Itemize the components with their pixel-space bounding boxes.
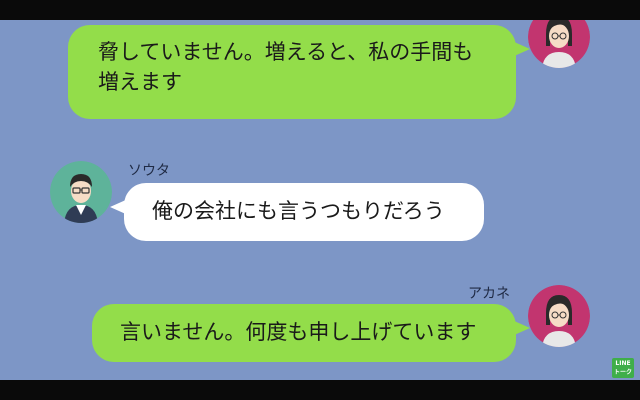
avatar-akane (528, 285, 590, 347)
avatar-souta (50, 161, 112, 223)
message-text: 俺の会社にも言うつもりだろう (152, 199, 445, 223)
sender-name-akane: アカネ (468, 286, 510, 302)
bottom-letterbox-bar (0, 380, 640, 400)
message-text-line: 脅していません。増えると、私の手間も (98, 40, 474, 64)
badge-line1: LINE (615, 360, 631, 367)
message-text: 言いません。何度も申し上げています (120, 320, 477, 344)
female-avatar-icon (528, 285, 590, 347)
female-avatar-icon (528, 20, 590, 68)
message-text-line: 増えます (98, 70, 182, 94)
message-bubble-3: 言いません。何度も申し上げています (92, 304, 530, 362)
top-letterbox-bar (0, 0, 640, 20)
chat-area: 脅していません。増えると、私の手間も 増えます ソウタ 俺の会社にも言うつもりだ… (0, 20, 640, 380)
male-avatar-icon (50, 161, 112, 223)
message-bubble-2: 俺の会社にも言うつもりだろう (110, 183, 484, 241)
avatar-akane (528, 20, 590, 68)
badge-line2: トーク (613, 369, 632, 376)
line-talk-badge: LINE トーク (612, 358, 634, 378)
message-bubble-1: 脅していません。増えると、私の手間も 増えます (68, 25, 530, 119)
sender-name-souta: ソウタ (128, 163, 170, 179)
